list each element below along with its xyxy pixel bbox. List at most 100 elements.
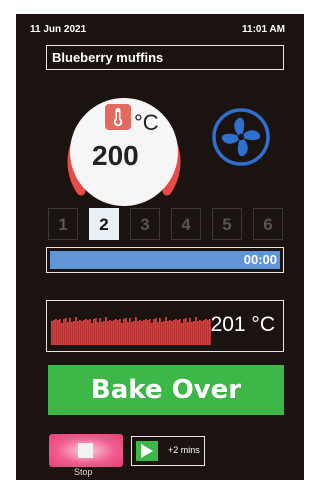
bake-over-button[interactable]: Bake Over [48,365,284,415]
temperature-history-bar [83,320,85,345]
temperature-history-bar [119,319,121,345]
bake-progress-bar: 00:00 [46,247,284,273]
temperature-history-bar [187,322,189,345]
temperature-history-bar [133,321,135,345]
add-time-button[interactable]: +2 mins [131,436,205,466]
temperature-history-bar [131,322,133,345]
temperature-history-bar [191,322,193,345]
temperature-history-bar [63,319,65,345]
actual-temperature: 201 °C [210,313,275,336]
temperature-history-bar [125,318,127,345]
temperature-history-bar [183,319,185,345]
temperature-history-bar [165,317,167,345]
shelf-2-button[interactable]: 2 [89,208,119,240]
temperature-history-bar [105,317,107,345]
temperature-history-bar [55,319,57,345]
add-time-label: +2 mins [168,445,200,455]
fan-button[interactable] [210,106,272,168]
temperature-history-bar [123,319,125,345]
temperature-history-bar [73,321,75,345]
temperature-setpoint: 200 [92,140,139,171]
temperature-history-bar [51,321,53,345]
temperature-history-bar [203,320,205,345]
temperature-history-bar [175,319,177,345]
temperature-history-bar [71,322,73,345]
temperature-history-bar [81,321,83,345]
temperature-history-bar [87,320,89,345]
temperature-history-bar [145,319,147,345]
temperature-history-bar [117,320,119,345]
temperature-history-bar [135,317,137,345]
temperature-history-bar [53,320,55,345]
temperature-dial[interactable]: °C 200 [62,90,186,214]
temperature-history-bar [179,319,181,345]
temperature-history-bar [107,321,109,345]
temperature-history-graph [51,317,211,345]
shelf-1-button[interactable]: 1 [48,208,78,240]
shelf-5-button[interactable]: 5 [212,208,242,240]
temperature-unit: °C [134,110,159,135]
temperature-history-bar [147,320,149,345]
temperature-history-bar [93,319,95,345]
temperature-history-bar [167,321,169,345]
temperature-history-bar [163,321,165,345]
temperature-history-bar [201,321,203,345]
temperature-history-bar [151,323,153,345]
bake-timer: 00:00 [243,252,277,267]
play-icon [136,441,158,461]
temperature-history-bar [169,320,171,345]
temperature-history-bar [185,318,187,345]
temperature-history-bar [101,322,103,345]
temperature-history-bar [57,320,59,345]
shelf-4-button[interactable]: 4 [171,208,201,240]
temperature-history-bar [85,319,87,345]
temperature-history-bar [141,321,143,345]
shelf-selector: 1 2 3 4 5 6 [48,208,284,240]
temperature-history-bar [181,323,183,345]
temperature-history-bar [171,321,173,345]
temperature-history-bar [121,323,123,345]
temperature-history-bar [67,322,69,345]
temperature-history-bar [159,318,161,345]
temperature-history-bar [197,321,199,345]
stop-icon [78,443,93,458]
thermometer-icon [105,104,131,130]
fan-icon [212,108,270,166]
temperature-history-bar [77,321,79,345]
temperature-history-bar [91,323,93,345]
stop-label: Stop [74,467,93,477]
temperature-history-bar [155,318,157,345]
temperature-history-bar [153,319,155,345]
temperature-history-bar [205,319,207,345]
shelf-3-button[interactable]: 3 [130,208,160,240]
temperature-history-bar [79,320,81,345]
temperature-history-bar [103,321,105,345]
temperature-history-bar [111,321,113,345]
temperature-history-bar [65,318,67,345]
temperature-history-bar [199,320,201,345]
temperature-history-bar [137,321,139,345]
temperature-history-bar [195,317,197,345]
temperature-history-bar [129,318,131,345]
temperature-history-bar [207,320,209,345]
temperature-history-bar [193,321,195,345]
temperature-history-bar [69,318,71,345]
temperature-history-bar [113,320,115,345]
current-time: 11:01 AM [242,24,285,35]
temperature-history-bar [143,320,145,345]
temperature-history-bar [149,319,151,345]
temperature-history-bar [95,318,97,345]
temperature-history-bar [139,320,141,345]
temperature-panel: 201 °C [46,300,284,352]
temperature-history-bar [189,318,191,345]
temperature-history-bar [115,319,117,345]
recipe-name[interactable]: Blueberry muffins [46,45,284,70]
temperature-history-bar [127,322,129,345]
temperature-history-bar [61,323,63,345]
current-date: 11 Jun 2021 [30,24,87,35]
stop-button[interactable] [49,434,123,467]
temperature-history-bar [157,322,159,345]
temperature-history-bar [161,322,163,345]
shelf-6-button[interactable]: 6 [253,208,283,240]
temperature-history-bar [59,319,61,345]
